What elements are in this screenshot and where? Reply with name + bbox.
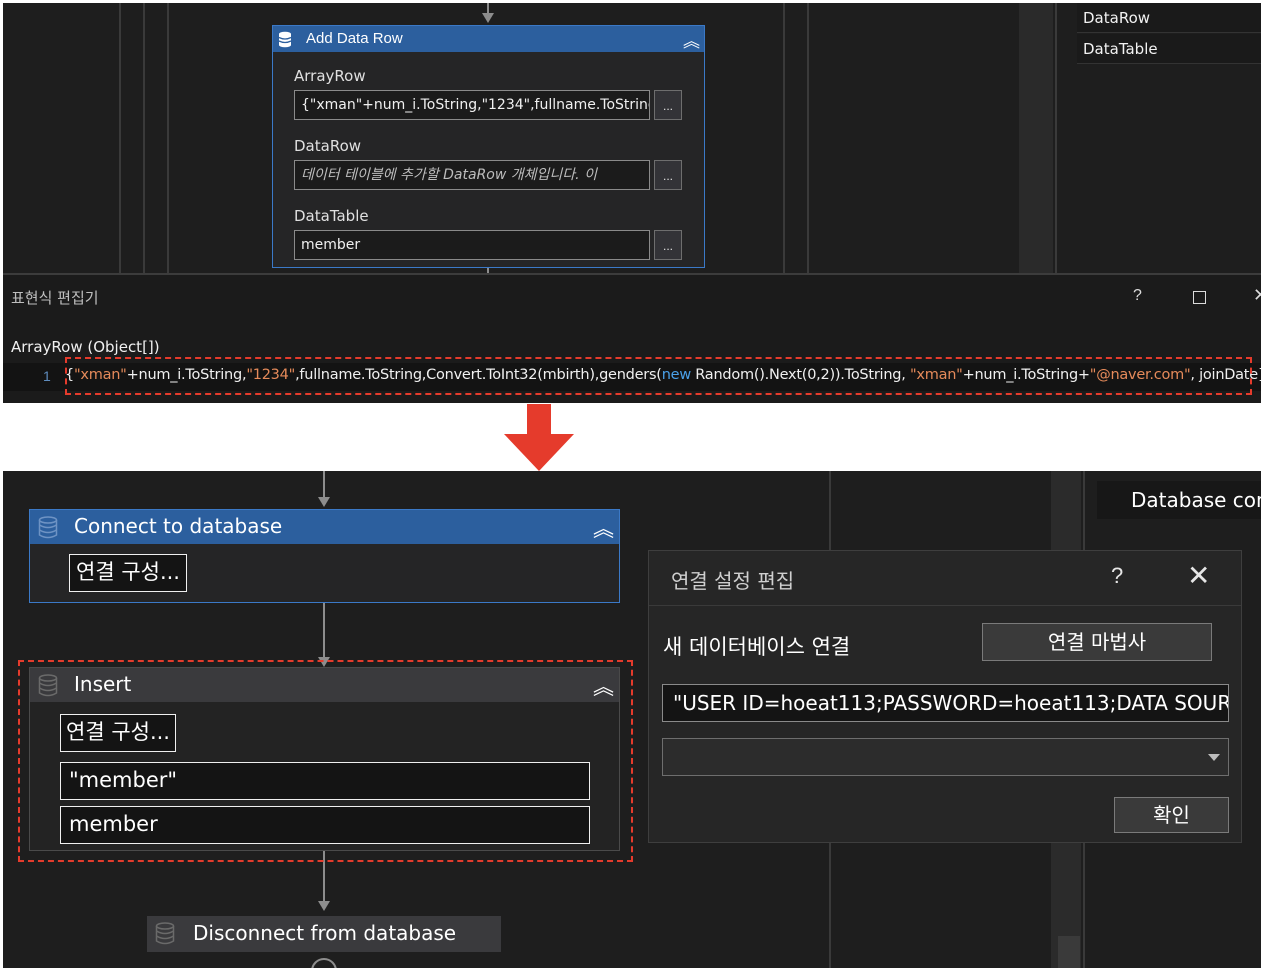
editor-title: 표현식 편집기 — [11, 289, 99, 307]
provider-select[interactable] — [662, 738, 1229, 776]
help-icon[interactable]: ? — [1133, 287, 1142, 305]
collapse-icon[interactable]: ︽ — [593, 513, 614, 543]
connection-wizard-button[interactable]: 연결 마법사 — [982, 623, 1212, 661]
divider — [649, 605, 1241, 606]
flow-arrow-icon — [318, 901, 330, 911]
activity-title: Connect to database — [74, 514, 283, 538]
divider — [783, 3, 785, 273]
flow-connector — [323, 471, 325, 497]
arrayrow-browse-button[interactable]: ... — [654, 90, 682, 120]
datatable-browse-button[interactable]: ... — [654, 230, 682, 260]
scroll-gutter — [1019, 3, 1053, 273]
arrayrow-input[interactable]: {"xman"+num_i.ToString,"1234",fullname.T… — [294, 90, 650, 120]
disconnect-from-database-activity[interactable]: Disconnect from database — [147, 916, 501, 952]
expression-editor: 표현식 편집기 ? ✕ ArrayRow (Object[]) 1 {"xman… — [3, 273, 1261, 403]
scrollbar-thumb[interactable] — [1058, 936, 1080, 968]
property-item[interactable]: DataTable — [1077, 34, 1261, 64]
highlight-box — [18, 660, 633, 862]
help-icon[interactable]: ? — [1111, 563, 1123, 589]
database-icon — [155, 922, 175, 945]
field-label: ArrayRow — [294, 67, 366, 85]
flow-connector — [323, 603, 325, 659]
close-icon[interactable]: ✕ — [1253, 285, 1261, 306]
argument-signature: ArrayRow (Object[]) — [11, 338, 160, 356]
workflow-designer-bottom: Database con Connect to database ︽ 연결 구성… — [3, 471, 1261, 968]
field-label: DataTable — [294, 207, 369, 225]
highlight-box — [65, 357, 1252, 395]
divider — [167, 3, 169, 273]
property-item[interactable]: DataRow — [1077, 3, 1261, 33]
divider — [143, 3, 145, 273]
activity-header[interactable]: Connect to database ︽ — [30, 510, 619, 544]
database-icon — [278, 31, 292, 48]
flow-connector — [487, 3, 489, 13]
datarow-browse-button[interactable]: ... — [654, 160, 682, 190]
divider — [807, 3, 809, 273]
collapse-icon[interactable]: ︽ — [683, 27, 700, 52]
add-activity-icon[interactable] — [311, 958, 337, 968]
add-data-row-activity[interactable]: Add Data Row ︽ ArrayRow {"xman"+num_i.To… — [272, 25, 705, 268]
field-label: DataRow — [294, 137, 362, 155]
flow-arrow-icon — [482, 13, 494, 23]
new-connection-label: 새 데이터베이스 연결 — [663, 635, 851, 659]
activity-title: Disconnect from database — [193, 921, 457, 945]
connection-string-input[interactable]: "USER ID=hoeat113;PASSWORD=hoeat113;DATA… — [662, 684, 1229, 722]
activity-title: Add Data Row — [306, 30, 403, 47]
transition-arrow-icon — [504, 434, 574, 471]
flow-arrow-icon — [318, 497, 330, 507]
chevron-down-icon[interactable] — [1208, 754, 1220, 761]
property-item[interactable]: Database con — [1097, 481, 1261, 519]
dialog-title: 연결 설정 편집 — [671, 569, 795, 593]
ok-button[interactable]: 확인 — [1114, 797, 1229, 833]
close-icon[interactable]: ✕ — [1187, 559, 1210, 592]
line-number: 1 — [43, 368, 51, 384]
database-icon — [38, 516, 58, 539]
maximize-icon[interactable] — [1193, 291, 1206, 304]
datarow-input[interactable]: 데이터 테이블에 추가할 DataRow 개체입니다. 이 — [294, 160, 650, 190]
connect-to-database-activity[interactable]: Connect to database ︽ 연결 구성... — [29, 509, 620, 603]
transition-arrow-icon — [527, 404, 551, 436]
datatable-input[interactable]: member — [294, 230, 650, 260]
activity-header[interactable]: Add Data Row ︽ — [273, 26, 704, 52]
workflow-designer-top: Add Data Row ︽ ArrayRow {"xman"+num_i.To… — [3, 3, 1261, 403]
configure-connection-button[interactable]: 연결 구성... — [69, 554, 187, 592]
connection-settings-dialog: 연결 설정 편집 ? ✕ 새 데이터베이스 연결 연결 마법사 "USER ID… — [648, 550, 1242, 843]
divider — [119, 3, 121, 273]
divider — [1055, 3, 1057, 273]
